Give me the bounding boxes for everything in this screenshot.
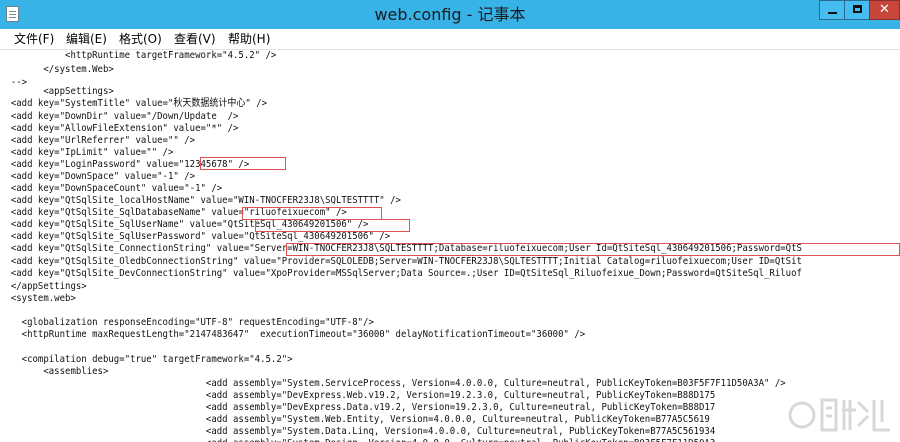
editor-line: </appSettings>	[0, 281, 87, 292]
editor-line: <system.web>	[0, 293, 76, 304]
minimize-button[interactable]	[819, 0, 845, 20]
editor-line: <add key="AllowFileExtension" value="*" …	[0, 123, 239, 134]
editor-line: <add key="IpLimit" value="" />	[0, 147, 174, 158]
minimize-icon	[828, 12, 837, 14]
close-button[interactable]: ✕	[869, 0, 900, 20]
editor-line: <add key="QtSqlSite_DevConnectionString"…	[0, 268, 802, 279]
close-icon: ✕	[879, 2, 890, 17]
editor-line: <httpRuntime targetFramework="4.5.2" />	[0, 50, 277, 61]
editor-line: <compilation debug="true" targetFramewor…	[0, 354, 293, 365]
editor-line: <add assembly="System.ServiceProcess, Ve…	[0, 378, 786, 389]
editor-line: <add assembly="DevExpress.Web.v19.2, Ver…	[0, 390, 716, 401]
menu-format[interactable]: 格式(O)	[119, 29, 162, 49]
editor-line: <add assembly="System.Data.Linq, Version…	[0, 426, 716, 437]
editor-line: <add key="DownSpaceCount" value="-1" />	[0, 183, 223, 194]
window-title: web.config - 记事本	[374, 5, 526, 24]
editor-line: <httpRuntime maxRequestLength="214748364…	[0, 329, 586, 340]
menu-bar: 文件(F) 编辑(E) 格式(O) 查看(V) 帮助(H)	[0, 29, 900, 50]
editor-line: <add key="DownDir" value="/Down/Update /…	[0, 111, 239, 122]
menu-view[interactable]: 查看(V)	[174, 29, 216, 49]
editor-line: </system.Web>	[0, 64, 114, 75]
editor-line: <add assembly="System.Design, Version=4.…	[0, 438, 715, 442]
editor-line: <assemblies>	[0, 366, 109, 377]
title-bar[interactable]: web.config - 记事本 ✕	[0, 0, 900, 29]
maximize-icon	[853, 5, 862, 13]
highlight-sql-username	[255, 219, 410, 232]
editor-line: <add key="DownSpace" value="-1" />	[0, 171, 196, 182]
maximize-button[interactable]	[844, 0, 870, 20]
menu-file[interactable]: 文件(F)	[14, 29, 54, 49]
editor-line: <add assembly="System.Web.Entity, Versio…	[0, 414, 710, 425]
highlight-connection-string	[286, 243, 900, 256]
text-editor[interactable]: <httpRuntime targetFramework="4.5.2" /> …	[0, 50, 900, 442]
menu-help[interactable]: 帮助(H)	[228, 29, 270, 49]
editor-line: <appSettings>	[0, 86, 114, 97]
editor-line: <globalization responseEncoding="UTF-8" …	[0, 317, 374, 328]
menu-edit[interactable]: 编辑(E)	[66, 29, 107, 49]
editor-line: <add key="QtSqlSite_OledbConnectionStrin…	[0, 256, 802, 267]
editor-line: <add key="SystemTitle" value="秋天数据统计中心" …	[0, 98, 268, 109]
editor-line: <add key="QtSqlSite_SqlUserPassword" val…	[0, 231, 391, 242]
editor-line: <add key="QtSqlSite_localHostName" value…	[0, 195, 401, 206]
editor-line: <add key="UrlReferrer" value="" />	[0, 135, 196, 146]
editor-line: <add assembly="DevExpress.Data.v19.2, Ve…	[0, 402, 716, 413]
highlight-login-password	[200, 157, 286, 170]
